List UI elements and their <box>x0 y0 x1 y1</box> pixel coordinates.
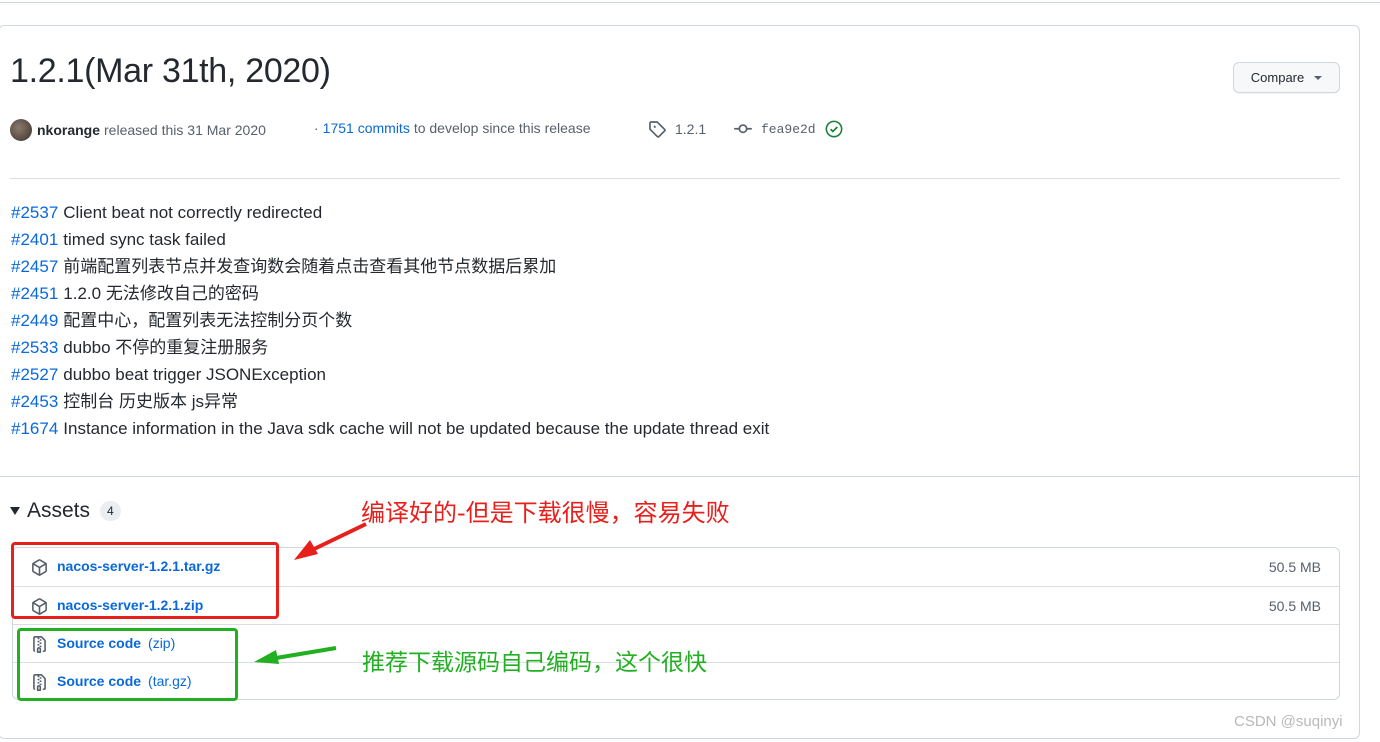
release-commit[interactable]: fea9e2d <box>734 120 843 138</box>
assets-count-badge: 4 <box>100 501 121 521</box>
assets-heading: Assets <box>27 499 91 522</box>
green-annotation-text: 推荐下载源码自己编码，这个很快 <box>362 650 707 676</box>
note-text: dubbo 不停的重复注册服务 <box>63 338 269 357</box>
asset-size: 50.5 MB <box>1268 559 1321 575</box>
issue-link[interactable]: #2533 <box>11 338 58 357</box>
commit-sha: fea9e2d <box>761 121 816 137</box>
issue-link[interactable]: #2527 <box>11 365 58 384</box>
commits-link[interactable]: 1751 commits <box>323 120 410 136</box>
list-item: #2527 dubbo beat trigger JSONException <box>11 361 769 388</box>
commits-suffix: to develop since this release <box>413 120 591 136</box>
red-highlight-box <box>11 542 279 619</box>
git-commit-icon <box>734 124 752 134</box>
red-arrow-icon <box>294 522 367 560</box>
verified-check-icon[interactable] <box>825 120 843 138</box>
list-item: #1674 Instance information in the Java sd… <box>11 415 769 442</box>
meta-divider <box>10 178 1340 179</box>
commits-info: · 1751 commits to develop since this rel… <box>314 120 591 136</box>
asset-size: 50.5 MB <box>1268 598 1321 614</box>
issue-link[interactable]: #1674 <box>11 419 58 438</box>
author-link[interactable]: nkorange <box>37 122 100 138</box>
assets-toggle[interactable]: Assets 4 <box>10 499 121 523</box>
note-text: Client beat not correctly redirected <box>63 203 323 222</box>
note-text: timed sync task failed <box>63 230 226 249</box>
list-item: #2401 timed sync task failed <box>11 226 769 253</box>
red-annotation-text: 编译好的-但是下载很慢，容易失败 <box>361 499 730 527</box>
release-title[interactable]: 1.2.1(Mar 31th, 2020) <box>10 52 331 91</box>
compare-button[interactable]: Compare <box>1233 62 1340 93</box>
list-item: #2453 控制台 历史版本 js异常 <box>11 388 769 415</box>
note-text: dubbo beat trigger JSONException <box>63 365 326 384</box>
commits-separator: · <box>314 120 319 136</box>
card-divider <box>0 476 1359 477</box>
triangle-down-icon <box>10 507 20 515</box>
issue-link[interactable]: #2449 <box>11 311 58 330</box>
issue-link[interactable]: #2451 <box>11 284 58 303</box>
released-text: released this 31 Mar 2020 <box>104 122 266 138</box>
chevron-down-icon <box>1314 75 1323 80</box>
issue-link[interactable]: #2537 <box>11 203 58 222</box>
note-text: Instance information in the Java sdk cac… <box>63 419 770 438</box>
release-tag[interactable]: 1.2.1 <box>648 120 706 138</box>
watermark: CSDN @suqinyi <box>1234 713 1343 730</box>
list-item: #2533 dubbo 不停的重复注册服务 <box>11 334 769 361</box>
list-item: #2449 配置中心，配置列表无法控制分页个数 <box>11 307 769 334</box>
green-arrow-icon <box>254 646 337 664</box>
issue-link[interactable]: #2453 <box>11 392 58 411</box>
list-item: #2451 1.2.0 无法修改自己的密码 <box>11 280 769 307</box>
note-text: 前端配置列表节点并发查询数会随着点击查看其他节点数据后累加 <box>63 257 557 276</box>
release-notes: #2537 Client beat not correctly redirecte… <box>11 199 769 442</box>
issue-link[interactable]: #2457 <box>11 257 58 276</box>
avatar[interactable] <box>10 119 32 141</box>
issue-link[interactable]: #2401 <box>11 230 58 249</box>
tag-icon <box>649 121 666 138</box>
list-item: #2457 前端配置列表节点并发查询数会随着点击查看其他节点数据后累加 <box>11 253 769 280</box>
top-divider <box>0 2 1380 3</box>
note-text: 配置中心，配置列表无法控制分页个数 <box>63 311 353 330</box>
green-highlight-box <box>17 628 238 701</box>
list-item: #2537 Client beat not correctly redirecte… <box>11 199 769 226</box>
tag-label: 1.2.1 <box>675 121 707 137</box>
compare-label: Compare <box>1250 70 1305 85</box>
note-text: 1.2.0 无法修改自己的密码 <box>63 284 259 303</box>
note-text: 控制台 历史版本 js异常 <box>63 392 239 411</box>
release-meta: nkorange released this 31 Mar 2020 <box>10 118 266 142</box>
